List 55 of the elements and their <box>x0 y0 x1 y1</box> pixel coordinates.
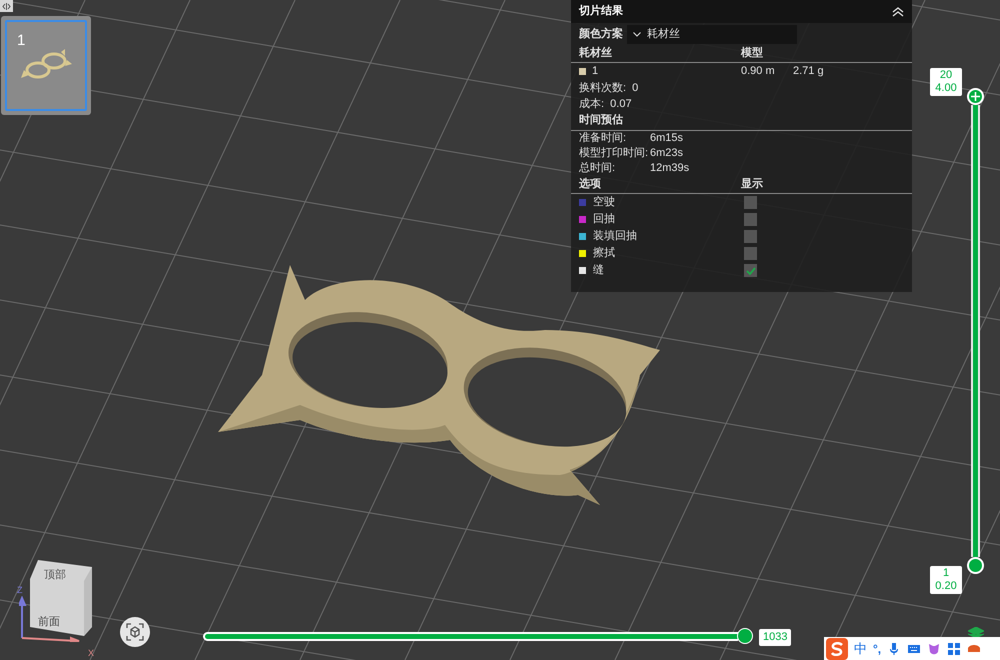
option-label: 缝 <box>593 263 604 278</box>
option-label: 回抽 <box>593 212 615 228</box>
column-header: 模型 <box>741 46 763 62</box>
show-checkbox[interactable] <box>744 264 757 277</box>
panel-title: 切片结果 <box>579 4 623 20</box>
time-label: 模型打印时间: <box>579 146 650 162</box>
layers-icon[interactable] <box>968 627 984 639</box>
option-label: 装填回抽 <box>593 229 637 244</box>
color-scheme-label: 颜色方案 <box>579 26 623 42</box>
chevron-down-icon <box>633 32 641 36</box>
plate-thumbnail[interactable]: 1 <box>1 16 91 115</box>
cube-frame-icon <box>126 623 144 641</box>
collapse-sidebar-icon[interactable] <box>0 0 13 12</box>
axis-label: Z <box>17 584 22 597</box>
punctuation-button[interactable]: °, <box>873 640 882 658</box>
show-checkbox[interactable] <box>744 247 757 260</box>
stat-text: 成本: 0.07 <box>578 96 633 112</box>
time-value: 12m39s <box>650 161 690 176</box>
stat-text: 换料次数: 0 <box>578 80 640 96</box>
time-value: 6m15s <box>650 131 684 146</box>
layer-number: 20 <box>938 69 954 82</box>
axis-label: X <box>88 647 94 660</box>
cube-face-label: 顶部 <box>44 568 66 583</box>
option-label: 擦拭 <box>593 246 615 262</box>
layer-height: 4.00 <box>934 82 958 95</box>
layer-number: 1 <box>942 567 950 580</box>
show-checkbox[interactable] <box>744 230 757 243</box>
option-label: 空驶 <box>593 194 615 210</box>
move-slider-handle[interactable] <box>737 628 753 644</box>
apps-icon[interactable] <box>947 642 962 656</box>
view-cube[interactable] <box>28 559 94 637</box>
plate-number: 1 <box>17 31 26 51</box>
bottom-layer-handle[interactable] <box>967 557 984 574</box>
column-header: 选项 <box>579 176 602 192</box>
time-label: 总时间: <box>579 161 616 176</box>
time-value: 6m23s <box>650 146 684 162</box>
top-layer-handle[interactable] <box>967 88 984 105</box>
filament-name: 1 <box>592 64 598 80</box>
ime-logo-icon[interactable] <box>826 638 848 660</box>
cube-face-label: 前面 <box>38 615 60 630</box>
collapse-icon[interactable] <box>892 6 904 16</box>
move-value-label: 1033 <box>759 629 792 646</box>
time-label: 准备时间: <box>579 131 628 146</box>
column-header: 耗材丝 <box>579 46 613 62</box>
layer-height: 0.20 <box>934 580 958 593</box>
color-scheme-dropdown[interactable]: 耗材丝 <box>627 24 797 44</box>
column-header: 显示 <box>741 177 763 192</box>
filament-weight: 2.71 g <box>793 64 824 80</box>
input-mode-button[interactable]: 中 <box>854 638 867 658</box>
filament-length: 0.90 m <box>741 64 776 80</box>
axis-drawing <box>19 596 81 642</box>
show-checkbox[interactable] <box>744 213 757 226</box>
show-checkbox[interactable] <box>744 196 757 209</box>
section-title: 时间预估 <box>579 112 623 128</box>
fit-view-button[interactable] <box>120 617 150 647</box>
